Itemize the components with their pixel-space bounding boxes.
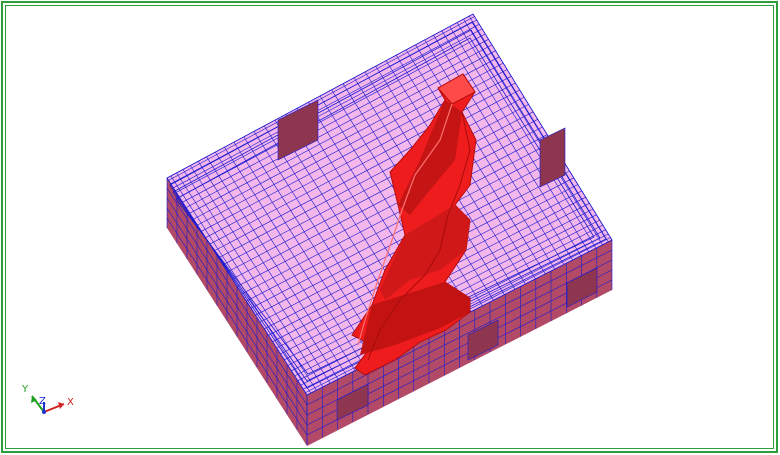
model-scene[interactable]: X Y Z — [0, 0, 780, 455]
orientation-triad: X Y Z — [21, 384, 74, 414]
triad-y-label: Y — [21, 384, 29, 395]
3d-viewport[interactable]: X Y Z — [0, 0, 780, 455]
triad-origin — [42, 410, 46, 414]
triad-x-label: X — [67, 397, 74, 408]
triad-z-label: Z — [39, 396, 46, 407]
